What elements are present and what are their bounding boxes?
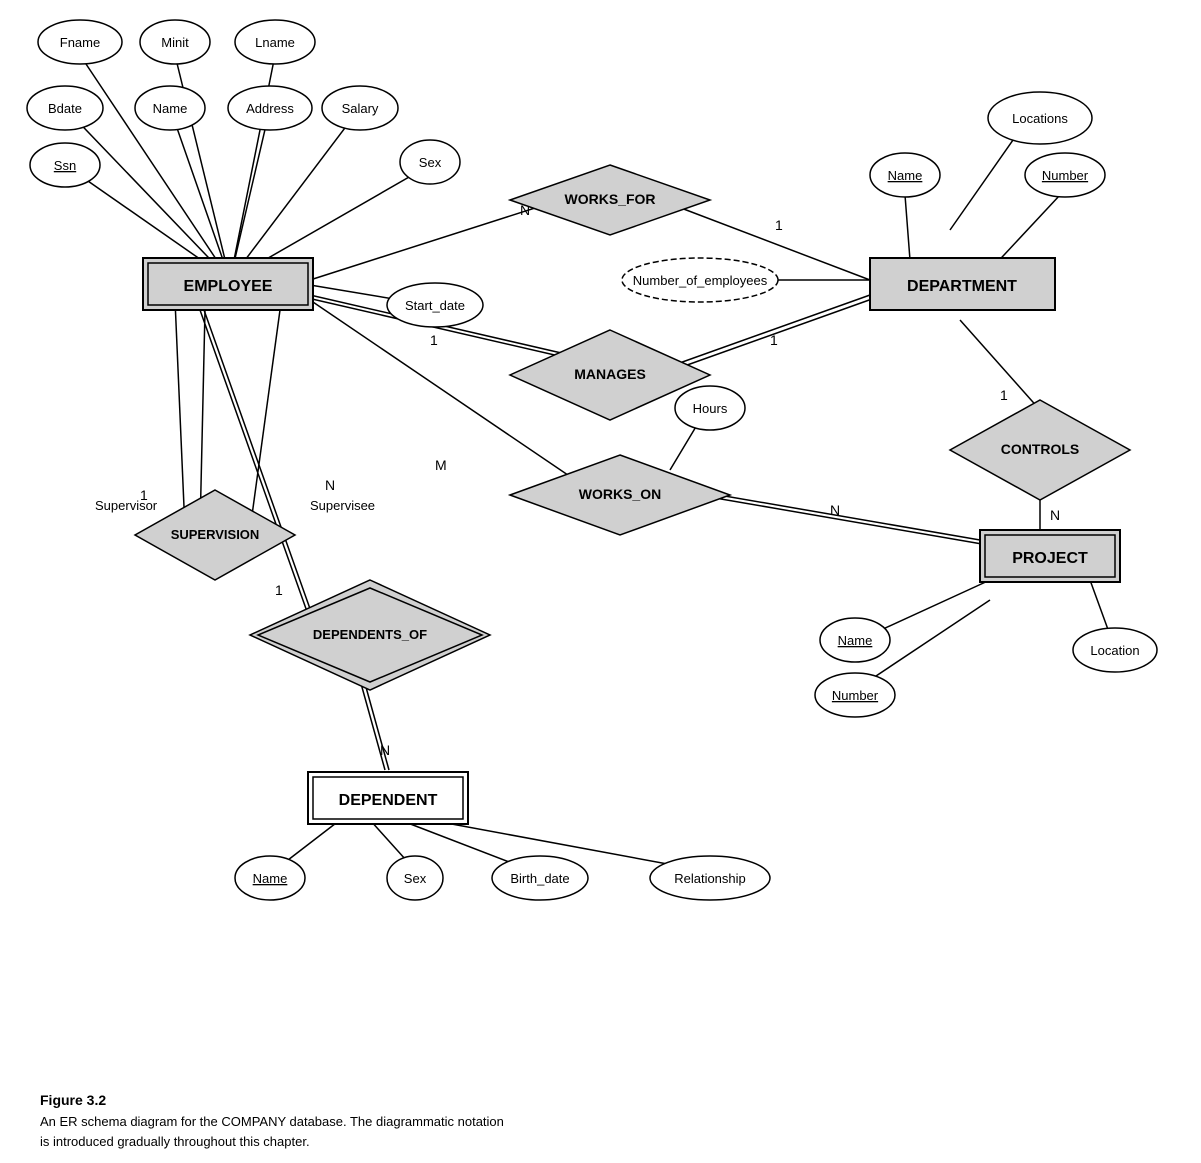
cardinality-works-on-m: M bbox=[435, 457, 447, 473]
rel-supervision-label: SUPERVISION bbox=[171, 527, 260, 542]
er-diagram-container: N 1 1 1 M N 1 N 1 N 1 N Supervisor Super… bbox=[0, 0, 1201, 1080]
cardinality-manages-emp: 1 bbox=[430, 332, 438, 348]
caption-line1: An ER schema diagram for the COMPANY dat… bbox=[40, 1112, 1160, 1132]
attr-start-date-label: Start_date bbox=[405, 298, 465, 313]
caption-line2: is introduced gradually throughout this … bbox=[40, 1132, 1160, 1152]
attr-address-label: Address bbox=[246, 101, 294, 116]
attr-num-employees-label: Number_of_employees bbox=[633, 273, 768, 288]
attr-dept-name-label: Name bbox=[888, 168, 923, 183]
attr-proj-location-label: Location bbox=[1090, 643, 1139, 658]
er-diagram-svg: N 1 1 1 M N 1 N 1 N 1 N Supervisor Super… bbox=[0, 0, 1201, 1080]
attr-ssn-label: Ssn bbox=[54, 158, 76, 173]
attr-dept-number-label: Number bbox=[1042, 168, 1089, 183]
rel-manages-label: MANAGES bbox=[574, 366, 646, 382]
rel-works-on-label: WORKS_ON bbox=[579, 486, 661, 502]
attr-sex-emp-label: Sex bbox=[419, 155, 442, 170]
attr-dep-name-label: Name bbox=[253, 871, 288, 886]
cardinality-dependents-n: N bbox=[380, 742, 390, 758]
attr-proj-name-label: Name bbox=[838, 633, 873, 648]
cardinality-manages-dept: 1 bbox=[770, 332, 778, 348]
attr-dep-relationship-label: Relationship bbox=[674, 871, 746, 886]
attr-hours-label: Hours bbox=[693, 401, 728, 416]
entity-project-label: PROJECT bbox=[1012, 550, 1088, 567]
attr-bdate-label: Bdate bbox=[48, 101, 82, 116]
entity-employee-label: EMPLOYEE bbox=[184, 278, 273, 295]
cardinality-controls-n: N bbox=[1050, 507, 1060, 523]
cardinality-controls-dept: 1 bbox=[1000, 387, 1008, 403]
rel-controls-label: CONTROLS bbox=[1001, 441, 1080, 457]
label-supervisee: Supervisee bbox=[310, 498, 375, 513]
attr-proj-number-label: Number bbox=[832, 688, 879, 703]
cardinality-supervision-n: N bbox=[325, 477, 335, 493]
label-supervisor: Supervisor bbox=[95, 498, 158, 513]
attr-lname-label: Lname bbox=[255, 35, 295, 50]
rel-works-for-label: WORKS_FOR bbox=[565, 191, 656, 207]
attr-dep-birthdate-label: Birth_date bbox=[510, 871, 569, 886]
attr-salary-label: Salary bbox=[342, 101, 379, 116]
attr-fname-label: Fname bbox=[60, 35, 100, 50]
attr-emp-name-label: Name bbox=[153, 101, 188, 116]
cardinality-works-for-1: 1 bbox=[775, 217, 783, 233]
attr-locations-label: Locations bbox=[1012, 111, 1068, 126]
entity-dependent-label: DEPENDENT bbox=[339, 792, 438, 809]
attr-dep-sex-label: Sex bbox=[404, 871, 427, 886]
caption-area: Figure 3.2 An ER schema diagram for the … bbox=[20, 1080, 1180, 1163]
entity-department-label: DEPARTMENT bbox=[907, 278, 1017, 295]
cardinality-works-on-n: N bbox=[830, 502, 840, 518]
rel-dependents-of-label: DEPENDENTS_OF bbox=[313, 627, 427, 642]
cardinality-dependents-1: 1 bbox=[275, 582, 283, 598]
caption-title: Figure 3.2 bbox=[40, 1092, 1160, 1108]
attr-minit-label: Minit bbox=[161, 35, 189, 50]
